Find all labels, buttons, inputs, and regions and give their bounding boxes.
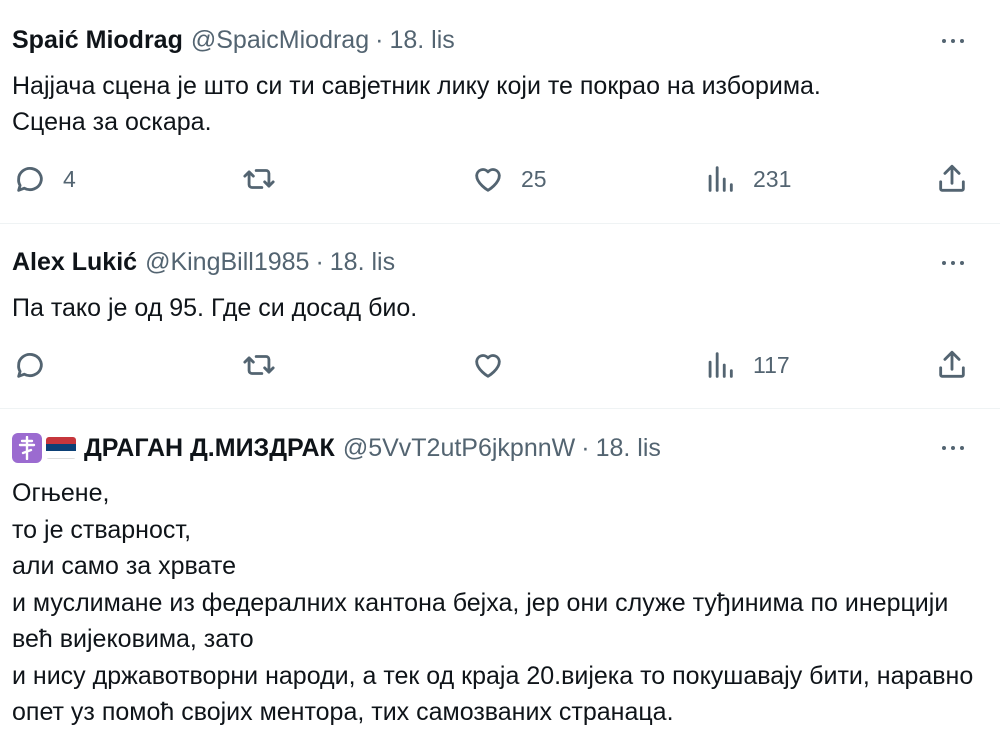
reply-button[interactable] xyxy=(13,348,47,382)
reply-icon xyxy=(17,353,43,378)
views-count: 117 xyxy=(753,351,790,378)
author-name[interactable]: Spaić Miodrag xyxy=(12,26,183,55)
share-button[interactable] xyxy=(935,348,969,382)
share-icon xyxy=(939,164,965,192)
author-handle[interactable]: @5VvT2utP6jkpnnW xyxy=(343,434,575,463)
views-button[interactable]: 231 xyxy=(703,162,791,196)
like-button[interactable]: 25 xyxy=(471,162,547,196)
heart-icon xyxy=(475,354,501,378)
more-icon[interactable] xyxy=(942,446,980,450)
more-icon[interactable] xyxy=(942,260,980,265)
tweet-date[interactable]: 18. lis xyxy=(330,248,395,277)
author-name[interactable]: ДРАГАН Д.МИЗДРАК xyxy=(84,434,335,463)
views-icon xyxy=(708,352,733,378)
separator-dot: · xyxy=(315,248,324,276)
tweet-text: Па тако је од 95. Где си досад био. xyxy=(12,294,418,322)
tweet[interactable]: Spaić Miodrag @SpaicMiodrag · 18. lis На… xyxy=(0,0,1000,224)
tweet-text: Најјача сцена је што си ти савјетник лик… xyxy=(12,72,821,136)
tweet-text: Огњене, то је стварност, али само за хрв… xyxy=(12,479,974,726)
reply-count: 4 xyxy=(63,165,76,192)
author-name[interactable]: Alex Lukić xyxy=(12,248,137,277)
serbian-flag-icon xyxy=(46,437,76,459)
like-count: 25 xyxy=(521,165,547,192)
views-button[interactable]: 117 xyxy=(703,348,790,382)
tweet-actions: 4 25 231 xyxy=(0,162,1000,202)
repost-button[interactable] xyxy=(242,348,276,382)
tweet-actions: 117 xyxy=(0,348,1000,388)
more-icon[interactable] xyxy=(942,38,980,43)
orthodox-cross-icon xyxy=(12,433,42,463)
separator-dot: · xyxy=(375,26,384,54)
views-count: 231 xyxy=(753,165,792,192)
separator-dot: · xyxy=(581,433,590,462)
author-badges xyxy=(12,433,76,463)
tweet-date[interactable]: 18. lis xyxy=(389,26,454,55)
repost-icon xyxy=(243,169,275,189)
author-handle[interactable]: @SpaicMiodrag xyxy=(191,26,369,55)
repost-button[interactable] xyxy=(242,162,276,196)
reply-icon xyxy=(17,167,43,192)
heart-icon xyxy=(475,168,501,192)
tweet[interactable]: Alex Lukić @KingBill1985 · 18. lis Па та… xyxy=(0,224,1000,409)
tweet-header: ДРАГАН Д.МИЗДРАК @5VvT2utP6jkpnnW · 18. … xyxy=(12,433,980,463)
reply-button[interactable]: 4 xyxy=(13,162,76,196)
author-handle[interactable]: @KingBill1985 xyxy=(145,248,309,277)
share-icon xyxy=(939,350,965,378)
tweet-date[interactable]: 18. lis xyxy=(596,434,661,463)
share-button[interactable] xyxy=(935,162,969,196)
tweet-header: Alex Lukić @KingBill1985 · 18. lis xyxy=(12,248,980,277)
views-icon xyxy=(708,166,733,192)
tweet-header: Spaić Miodrag @SpaicMiodrag · 18. lis xyxy=(12,26,980,55)
repost-icon xyxy=(243,355,275,375)
tweet[interactable]: ДРАГАН Д.МИЗДРАК @5VvT2utP6jkpnnW · 18. … xyxy=(0,409,1000,751)
like-button[interactable] xyxy=(471,348,505,382)
